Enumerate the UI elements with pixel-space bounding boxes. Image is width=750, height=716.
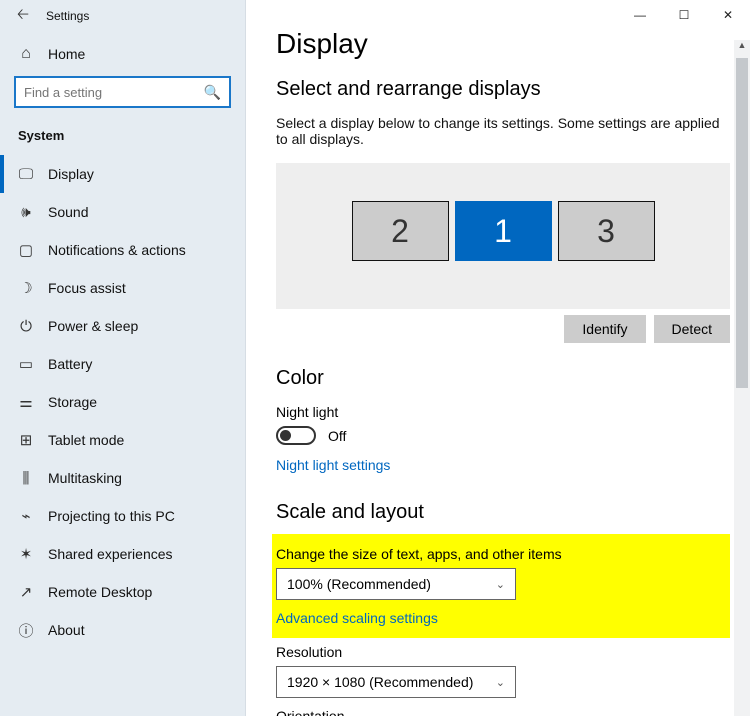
orientation-label: Orientation bbox=[276, 708, 730, 716]
display-arrangement-panel[interactable]: 2 1 3 bbox=[276, 163, 730, 309]
tablet-icon: ⊞ bbox=[18, 431, 34, 449]
scale-label: Change the size of text, apps, and other… bbox=[272, 546, 720, 562]
sidebar-section-label: System bbox=[0, 118, 245, 155]
search-box[interactable]: 🔍 bbox=[14, 76, 231, 108]
minimize-button[interactable]: — bbox=[618, 0, 662, 30]
display-icon: 🖵 bbox=[18, 166, 34, 183]
night-light-state: Off bbox=[328, 428, 346, 444]
scrollbar-up-arrow[interactable]: ▲ bbox=[734, 40, 750, 56]
home-icon: ⌂ bbox=[18, 45, 34, 63]
monitor-2[interactable]: 2 bbox=[352, 201, 449, 261]
close-button[interactable]: ✕ bbox=[706, 0, 750, 30]
resolution-value: 1920 × 1080 (Recommended) bbox=[287, 674, 473, 690]
sound-icon: 🕪 bbox=[18, 204, 34, 221]
search-icon: 🔍 bbox=[204, 84, 221, 101]
arrange-description: Select a display below to change its set… bbox=[276, 115, 730, 147]
sidebar-item-shared-experiences[interactable]: ✶Shared experiences bbox=[0, 535, 245, 573]
scale-heading: Scale and layout bbox=[276, 501, 730, 524]
sidebar-item-sound[interactable]: 🕪Sound bbox=[0, 193, 245, 231]
shared-icon: ✶ bbox=[18, 545, 34, 563]
advanced-scaling-link[interactable]: Advanced scaling settings bbox=[272, 610, 438, 626]
sidebar-nav: 🖵Display 🕪Sound ▢Notifications & actions… bbox=[0, 155, 245, 649]
home-label: Home bbox=[48, 46, 85, 62]
monitor-3[interactable]: 3 bbox=[558, 201, 655, 261]
sidebar-item-battery[interactable]: ▭Battery bbox=[0, 345, 245, 383]
back-button[interactable]: 🡠 bbox=[8, 1, 38, 31]
focus-assist-icon: ☽ bbox=[18, 279, 34, 297]
sidebar-item-notifications[interactable]: ▢Notifications & actions bbox=[0, 231, 245, 269]
projecting-icon: ⌁ bbox=[18, 507, 34, 525]
about-icon: ⓘ bbox=[18, 620, 34, 641]
arrange-heading: Select and rearrange displays bbox=[276, 78, 730, 101]
sidebar-item-multitasking[interactable]: ⫼Multitasking bbox=[0, 459, 245, 497]
resolution-select[interactable]: 1920 × 1080 (Recommended) ⌄ bbox=[276, 666, 516, 698]
sidebar: 🡠 Settings ⌂ Home 🔍 System 🖵Display 🕪Sou… bbox=[0, 0, 246, 716]
multitasking-icon: ⫼ bbox=[18, 470, 34, 487]
monitor-1[interactable]: 1 bbox=[455, 201, 552, 261]
window-title: Settings bbox=[46, 9, 89, 23]
night-light-settings-link[interactable]: Night light settings bbox=[276, 457, 390, 473]
night-light-toggle[interactable] bbox=[276, 426, 316, 445]
maximize-button[interactable]: ☐ bbox=[662, 0, 706, 30]
night-light-label: Night light bbox=[276, 404, 730, 420]
sidebar-item-about[interactable]: ⓘAbout bbox=[0, 611, 245, 649]
sidebar-item-focus-assist[interactable]: ☽Focus assist bbox=[0, 269, 245, 307]
power-icon: ⏻ bbox=[18, 318, 34, 335]
scale-select[interactable]: 100% (Recommended) ⌄ bbox=[276, 568, 516, 600]
scale-highlight-region: Change the size of text, apps, and other… bbox=[272, 534, 730, 638]
search-input[interactable] bbox=[24, 85, 204, 100]
sidebar-home[interactable]: ⌂ Home bbox=[0, 32, 245, 76]
scrollbar-thumb[interactable] bbox=[736, 58, 748, 388]
titlebar: 🡠 Settings bbox=[0, 0, 245, 32]
vertical-scrollbar[interactable]: ▲ bbox=[734, 40, 750, 716]
chevron-down-icon: ⌄ bbox=[496, 578, 505, 591]
identify-button[interactable]: Identify bbox=[564, 315, 645, 343]
detect-button[interactable]: Detect bbox=[654, 315, 730, 343]
notifications-icon: ▢ bbox=[18, 241, 34, 259]
remote-desktop-icon: ↗ bbox=[18, 583, 34, 601]
sidebar-item-projecting[interactable]: ⌁Projecting to this PC bbox=[0, 497, 245, 535]
resolution-label: Resolution bbox=[276, 644, 730, 660]
window-controls: — ☐ ✕ bbox=[618, 0, 750, 30]
main-content: — ☐ ✕ ▲ Display Select and rearrange dis… bbox=[246, 0, 750, 716]
color-heading: Color bbox=[276, 367, 730, 390]
sidebar-item-storage[interactable]: ⚌Storage bbox=[0, 383, 245, 421]
scale-value: 100% (Recommended) bbox=[287, 576, 431, 592]
storage-icon: ⚌ bbox=[18, 393, 34, 411]
battery-icon: ▭ bbox=[18, 355, 34, 373]
sidebar-item-remote-desktop[interactable]: ↗Remote Desktop bbox=[0, 573, 245, 611]
sidebar-item-display[interactable]: 🖵Display bbox=[0, 155, 245, 193]
sidebar-item-tablet-mode[interactable]: ⊞Tablet mode bbox=[0, 421, 245, 459]
sidebar-item-power-sleep[interactable]: ⏻Power & sleep bbox=[0, 307, 245, 345]
page-title: Display bbox=[276, 28, 730, 60]
chevron-down-icon: ⌄ bbox=[496, 676, 505, 689]
